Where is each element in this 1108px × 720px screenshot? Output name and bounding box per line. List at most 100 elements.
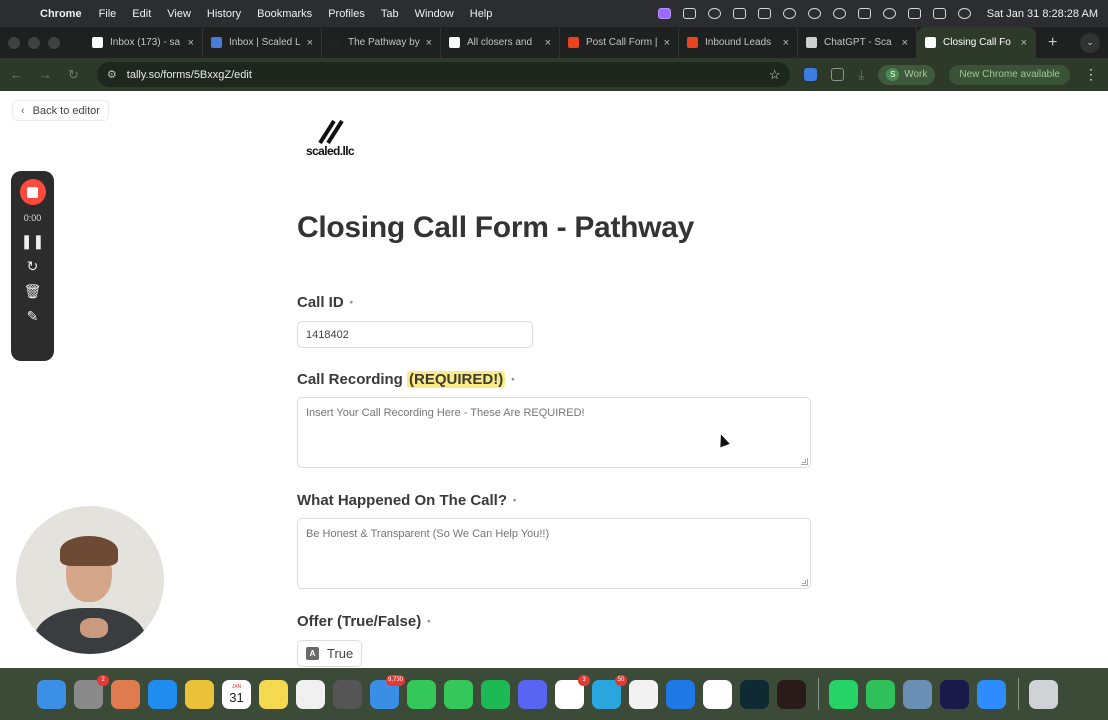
tab-6[interactable]: ChatGPT - Sca × bbox=[798, 27, 917, 58]
close-tab-icon[interactable]: × bbox=[188, 37, 194, 49]
close-tab-icon[interactable]: × bbox=[307, 37, 313, 49]
chrome-icon[interactable] bbox=[185, 679, 214, 709]
update-chrome-button[interactable]: New Chrome available bbox=[949, 64, 1070, 85]
new-tab-button[interactable]: + bbox=[1048, 34, 1057, 52]
menu-file[interactable]: File bbox=[99, 8, 117, 20]
download-icon[interactable]: ⤓ bbox=[858, 67, 864, 83]
recorder-app-icon[interactable] bbox=[777, 679, 806, 709]
close-tab-icon[interactable]: × bbox=[545, 37, 551, 49]
gear-app-icon[interactable] bbox=[666, 679, 695, 709]
chrome-menu-icon[interactable]: ⋮ bbox=[1084, 66, 1098, 83]
telegram-icon[interactable]: 50 bbox=[592, 674, 627, 709]
photos-icon[interactable] bbox=[629, 679, 658, 709]
notion-icon[interactable] bbox=[703, 679, 732, 709]
wave-app-icon[interactable] bbox=[740, 679, 769, 709]
screen-record-status-icon[interactable] bbox=[657, 8, 671, 19]
bluetooth-icon[interactable] bbox=[707, 8, 721, 19]
menu-history[interactable]: History bbox=[207, 8, 241, 20]
pause-icon[interactable]: ❚❚ bbox=[21, 234, 44, 248]
minimize-window-button[interactable] bbox=[28, 36, 40, 49]
discord-icon[interactable] bbox=[518, 679, 547, 709]
delete-recording-icon[interactable]: 🗑 bbox=[24, 284, 42, 298]
spotify-icon[interactable] bbox=[481, 679, 510, 709]
notes-icon[interactable] bbox=[259, 679, 288, 709]
slack-icon[interactable]: 3 bbox=[555, 674, 590, 709]
preview-icon[interactable] bbox=[903, 679, 932, 709]
battery-icon[interactable] bbox=[857, 8, 871, 19]
dropbox-icon[interactable] bbox=[732, 8, 746, 19]
profile-label: Work bbox=[904, 69, 928, 80]
menu-profiles[interactable]: Profiles bbox=[328, 8, 365, 20]
extensions-puzzle-icon[interactable] bbox=[831, 68, 845, 81]
freeform-icon[interactable] bbox=[296, 679, 325, 709]
finder-icon[interactable] bbox=[37, 679, 66, 709]
extension-icons: ⤓ S Work New Chrome available ⋮ bbox=[804, 64, 1098, 85]
resize-handle-icon[interactable] bbox=[801, 458, 808, 465]
launchpad-icon[interactable] bbox=[111, 679, 140, 709]
screen-app-icon[interactable] bbox=[940, 679, 969, 709]
close-tab-icon[interactable]: × bbox=[1021, 37, 1027, 49]
zoom-icon[interactable] bbox=[977, 679, 1006, 709]
whatsapp-icon[interactable] bbox=[829, 679, 858, 709]
reload-icon[interactable]: ↻ bbox=[68, 67, 79, 83]
siri-icon[interactable] bbox=[957, 8, 971, 19]
numbers-icon[interactable] bbox=[866, 679, 895, 709]
search-icon[interactable] bbox=[882, 8, 896, 19]
address-bar[interactable]: ⚙ tally.so/forms/5BxxgZ/edit ☆ bbox=[96, 62, 791, 87]
tab-1[interactable]: Inbox | Scaled L × bbox=[203, 27, 322, 58]
trash-icon[interactable] bbox=[1029, 679, 1058, 709]
tab-3[interactable]: All closers and × bbox=[441, 27, 560, 58]
zoom-window-button[interactable] bbox=[48, 36, 60, 49]
tab-4[interactable]: Post Call Form | × bbox=[560, 27, 679, 58]
resize-handle-icon[interactable] bbox=[801, 579, 808, 586]
site-settings-icon[interactable]: ⚙ bbox=[107, 68, 117, 81]
facetime-icon[interactable] bbox=[407, 679, 436, 709]
messages-icon[interactable] bbox=[444, 679, 473, 709]
menu-app-name[interactable]: Chrome bbox=[40, 8, 82, 20]
what-happened-textarea[interactable] bbox=[297, 518, 811, 589]
call-recording-textarea[interactable] bbox=[297, 397, 811, 468]
close-tab-icon[interactable]: × bbox=[902, 37, 908, 49]
restart-icon[interactable]: ↻ bbox=[27, 259, 39, 273]
menu-help[interactable]: Help bbox=[470, 8, 493, 20]
close-tab-icon[interactable]: × bbox=[783, 37, 789, 49]
tab-5[interactable]: Inbound Leads × bbox=[679, 27, 798, 58]
play-status-icon[interactable] bbox=[832, 8, 846, 19]
calculator-icon[interactable] bbox=[333, 679, 362, 709]
tab-search-button[interactable]: ⌄ bbox=[1080, 32, 1100, 53]
tab-2[interactable]: The Pathway by × bbox=[322, 27, 441, 58]
close-window-button[interactable] bbox=[8, 36, 20, 49]
app-store-icon[interactable] bbox=[148, 679, 177, 709]
offer-true-option[interactable]: A True bbox=[297, 640, 363, 667]
tab-7[interactable]: Closing Call Fo × bbox=[917, 27, 1036, 58]
screen-mirroring-icon[interactable] bbox=[907, 8, 921, 19]
menu-clock[interactable]: Sat Jan 31 8:28:28 AM bbox=[987, 8, 1098, 20]
back-arrow-icon[interactable]: ← bbox=[10, 67, 23, 82]
menu-bookmarks[interactable]: Bookmarks bbox=[257, 8, 312, 20]
system-settings-icon[interactable]: 2 bbox=[74, 674, 109, 709]
close-tab-icon[interactable]: × bbox=[664, 37, 670, 49]
back-to-editor-button[interactable]: ‹ Back to editor bbox=[12, 100, 109, 121]
control-center-icon[interactable] bbox=[932, 8, 946, 19]
bookmark-star-icon[interactable]: ☆ bbox=[769, 67, 781, 83]
menu-view[interactable]: View bbox=[167, 8, 191, 20]
extension-blue-icon[interactable] bbox=[804, 68, 818, 81]
menu-window[interactable]: Window bbox=[415, 8, 454, 20]
url-text[interactable]: tally.so/forms/5BxxgZ/edit bbox=[127, 69, 252, 81]
display-status-icon[interactable] bbox=[682, 8, 696, 19]
call-id-input[interactable] bbox=[297, 321, 533, 348]
mail-icon[interactable]: 9,730 bbox=[370, 674, 405, 709]
profile-button[interactable]: S Work bbox=[878, 64, 936, 85]
kangaroo-icon[interactable] bbox=[782, 8, 796, 19]
app-status-icon[interactable] bbox=[757, 8, 771, 19]
tab-0[interactable]: Inbox (173) - sa × bbox=[84, 27, 203, 58]
menu-tab[interactable]: Tab bbox=[381, 8, 399, 20]
stop-recording-button[interactable] bbox=[19, 179, 46, 205]
draw-pen-icon[interactable]: ✎ bbox=[27, 309, 39, 323]
forward-arrow-icon[interactable]: → bbox=[39, 67, 52, 82]
close-tab-icon[interactable]: × bbox=[426, 37, 432, 49]
chatgpt-status-icon[interactable] bbox=[807, 8, 821, 19]
calendar-icon[interactable]: JAN 31 bbox=[222, 679, 251, 709]
menu-edit[interactable]: Edit bbox=[132, 8, 151, 20]
webcam-bubble[interactable] bbox=[16, 506, 164, 654]
